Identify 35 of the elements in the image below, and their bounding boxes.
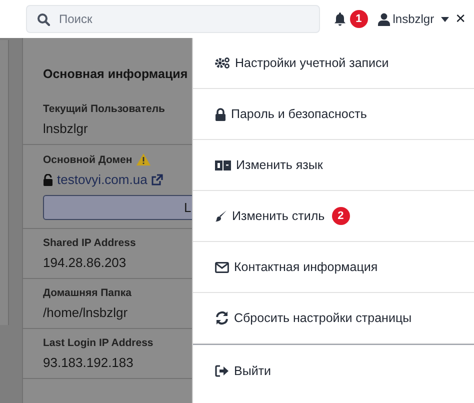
- domain-link[interactable]: testovyi.com.ua: [57, 172, 148, 187]
- user-menu-button[interactable]: lnsbzlgr: [372, 12, 450, 26]
- menu-item[interactable]: Настройки учетной записи: [193, 38, 474, 89]
- field-value: 93.183.192.183: [43, 355, 134, 370]
- field-label: Домашняя Папка: [43, 287, 132, 299]
- warning-icon: [136, 153, 152, 166]
- caret-icon: [441, 16, 450, 22]
- refresh-icon: [215, 311, 229, 325]
- unlock-icon: [43, 174, 53, 186]
- notification-badge: 1: [350, 10, 368, 28]
- close-button[interactable]: ✕: [453, 12, 468, 26]
- field-label: Shared IP Address: [43, 237, 137, 249]
- user-icon: [378, 12, 390, 26]
- menu-item[interactable]: Изменить стиль 2: [193, 191, 474, 242]
- menu-item[interactable]: Сбросить настройки страницы: [193, 293, 474, 344]
- field-value: lnsbzlgr: [43, 121, 89, 136]
- menu-item[interactable]: Контактная информация: [193, 242, 474, 293]
- brush-icon: [215, 210, 227, 222]
- menu-item[interactable]: Пароль и безопасность: [193, 89, 474, 140]
- count-badge: 2: [332, 207, 350, 225]
- menu-item[interactable]: Изменить язык: [193, 140, 474, 191]
- bell-icon[interactable]: [334, 12, 346, 26]
- lock-icon: [215, 108, 226, 120]
- field-label: Last Login IP Address: [43, 337, 154, 349]
- language-icon: [215, 160, 231, 170]
- card-title: Основная информация: [42, 66, 189, 83]
- external-link-icon[interactable]: [151, 174, 164, 186]
- sign-out-icon: [215, 364, 229, 376]
- search-field[interactable]: Поиск: [26, 5, 320, 33]
- field-label: Основной Домен: [43, 154, 132, 166]
- field-label: Текущий Пользователь: [43, 103, 166, 115]
- gears-icon: [215, 57, 230, 69]
- field-value: 194.28.86.203: [43, 255, 128, 270]
- field-value: /home/lnsbzlgr: [43, 305, 129, 320]
- envelope-icon: [215, 262, 229, 272]
